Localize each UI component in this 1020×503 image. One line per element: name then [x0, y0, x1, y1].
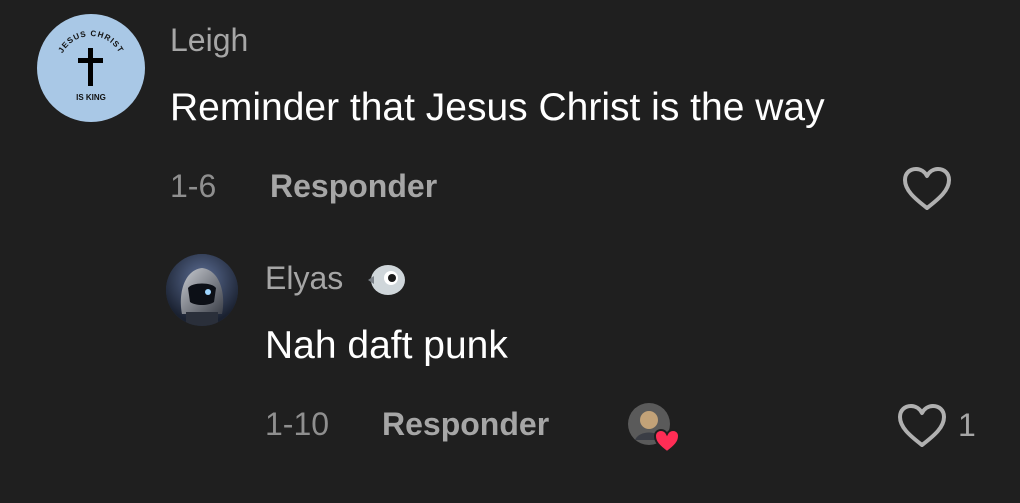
reply-reply-button[interactable]: Responder: [382, 408, 549, 440]
commenter-username[interactable]: Leigh: [170, 24, 248, 56]
daft-punk-helmet-image: [166, 254, 238, 326]
heart-outline-icon: [903, 167, 951, 210]
reply-text: Nah daft punk: [265, 324, 508, 367]
comment-like-button[interactable]: [902, 166, 952, 212]
reply-like-count: 1: [958, 407, 976, 443]
reply-date: 1-10: [265, 406, 330, 442]
comment-text: Reminder that Jesus Christ is the way: [170, 86, 825, 129]
creator-liked-badge: [627, 402, 681, 456]
reply-avatar[interactable]: [166, 254, 238, 326]
avatar-text-bottom: IS KING: [76, 93, 106, 102]
heart-outline-icon: [898, 404, 946, 447]
bird-emoji-icon: [362, 262, 408, 298]
comment-date: 1-6: [170, 168, 217, 204]
commenter-avatar[interactable]: JESUS CHRIST IS KING: [37, 14, 145, 122]
reply-username[interactable]: Elyas: [265, 262, 343, 294]
red-heart-icon: [653, 428, 681, 454]
jesus-christ-logo: JESUS CHRIST IS KING: [56, 29, 124, 102]
reply-button[interactable]: Responder: [270, 170, 437, 202]
reply-like-button[interactable]: [897, 403, 947, 449]
